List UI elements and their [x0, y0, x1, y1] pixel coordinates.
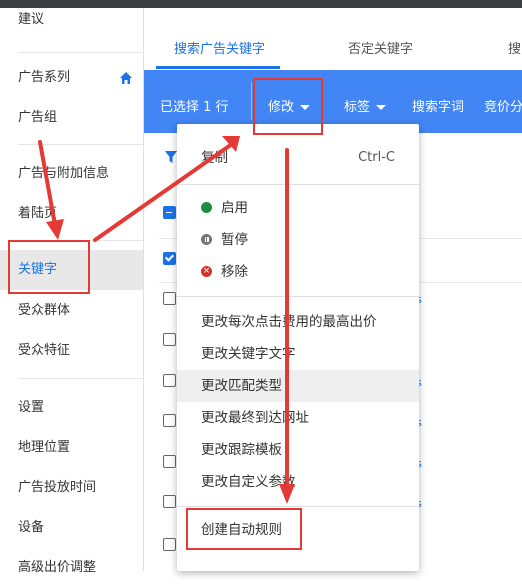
annotation-arrows	[38, 136, 295, 504]
annotation-arrow	[93, 142, 234, 242]
arrow-head	[46, 219, 64, 240]
arrow-head	[279, 484, 295, 504]
annotation-arrow	[38, 140, 57, 227]
